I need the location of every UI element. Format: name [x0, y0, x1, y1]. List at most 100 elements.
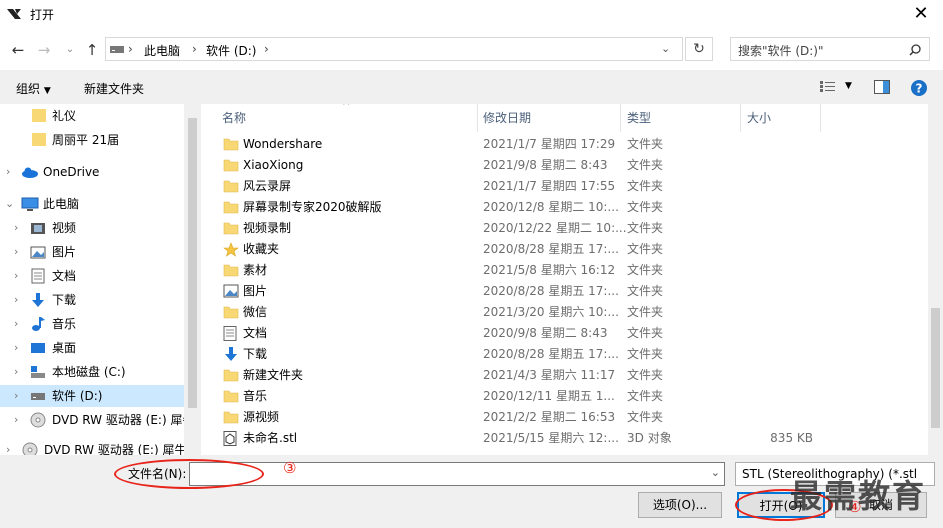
- music-icon: [32, 317, 45, 331]
- organize-menu[interactable]: 组织 ▼: [16, 80, 51, 97]
- sidebar-item-onedrive[interactable]: › OneDrive: [0, 161, 184, 183]
- sidebar-item-local-disk-c[interactable]: › 本地磁盘 (C:): [0, 361, 184, 383]
- column-header-type[interactable]: 类型: [627, 109, 651, 126]
- sidebar-item-music[interactable]: › 音乐: [0, 313, 184, 335]
- sidebar-scrollbar[interactable]: [185, 104, 200, 455]
- collapse-chevron-icon[interactable]: ⌄: [5, 193, 14, 215]
- expand-chevron-icon[interactable]: ›: [14, 337, 18, 359]
- folder-icon: [223, 305, 239, 319]
- help-icon[interactable]: ?: [910, 79, 928, 97]
- column-divider[interactable]: [477, 104, 478, 132]
- table-row[interactable]: 风云录屏 2021/1/7 星期四 17:55 文件夹: [201, 176, 928, 197]
- sort-ascending-icon: ^: [342, 104, 351, 112]
- table-row[interactable]: 下载 2020/8/28 星期五 17:... 文件夹: [201, 344, 928, 365]
- expand-chevron-icon[interactable]: ›: [14, 313, 18, 335]
- table-row[interactable]: 视频录制 2020/12/22 星期二 10:... 文件夹: [201, 218, 928, 239]
- file-type: 文件夹: [627, 326, 664, 340]
- column-header-name[interactable]: 名称: [222, 109, 246, 126]
- sidebar-item-downloads[interactable]: › 下载: [0, 289, 184, 311]
- expand-chevron-icon[interactable]: ›: [14, 385, 18, 407]
- table-row[interactable]: 音乐 2020/12/11 星期五 1... 文件夹: [201, 386, 928, 407]
- folder-icon: [223, 221, 239, 235]
- chevron-down-icon[interactable]: ⌄: [711, 466, 720, 479]
- file-name: 未命名.stl: [243, 431, 298, 445]
- column-header-size[interactable]: 大小: [747, 109, 771, 126]
- file-type: 文件夹: [627, 347, 664, 361]
- expand-chevron-icon[interactable]: ›: [14, 265, 18, 287]
- sidebar-item-pictures[interactable]: › 图片: [0, 241, 184, 263]
- back-arrow-icon[interactable]: ←: [8, 40, 28, 60]
- dvd-icon: [22, 442, 38, 455]
- address-dropdown-icon[interactable]: ⌄: [661, 42, 670, 55]
- table-row[interactable]: 文档 2020/9/8 星期二 8:43 文件夹: [201, 323, 928, 344]
- column-divider[interactable]: [740, 104, 741, 132]
- sidebar-item-desktop[interactable]: › 桌面: [0, 337, 184, 359]
- table-row[interactable]: 微信 2021/3/20 星期六 10:... 文件夹: [201, 302, 928, 323]
- close-button[interactable]: ✕: [906, 2, 936, 26]
- expand-chevron-icon[interactable]: ›: [6, 439, 10, 455]
- filename-input[interactable]: ⌄: [189, 462, 725, 486]
- column-header-date[interactable]: 修改日期: [483, 109, 531, 126]
- file-date: 2021/1/7 星期四 17:29: [483, 137, 616, 151]
- sidebar-scroll-thumb[interactable]: [188, 118, 197, 408]
- file-type: 文件夹: [627, 200, 664, 214]
- table-row[interactable]: 图片 2020/8/28 星期五 17:... 文件夹: [201, 281, 928, 302]
- table-row[interactable]: 素材 2021/5/8 星期六 16:12 文件夹: [201, 260, 928, 281]
- sidebar-item-drive-d[interactable]: › 软件 (D:): [0, 385, 184, 407]
- breadcrumb-drive-d[interactable]: 软件 (D:): [206, 42, 256, 59]
- file-date: 2021/5/8 星期六 16:12: [483, 263, 616, 277]
- refresh-icon[interactable]: ↻: [685, 37, 713, 61]
- breadcrumb-this-pc[interactable]: 此电脑: [144, 42, 180, 59]
- file-type: 文件夹: [627, 221, 664, 235]
- view-dropdown-icon[interactable]: ▼: [845, 81, 852, 91]
- table-row[interactable]: 未命名.stl 2021/5/15 星期六 12:... 3D 对象 835 KB: [201, 428, 928, 449]
- options-button[interactable]: 选项(O)...: [638, 492, 722, 518]
- column-divider[interactable]: [820, 104, 821, 132]
- document-icon: [223, 326, 239, 341]
- sidebar-item-documents[interactable]: › 文档: [0, 265, 184, 287]
- annotation-marker-3: ③: [283, 459, 297, 477]
- column-divider[interactable]: [620, 104, 621, 132]
- table-row[interactable]: XiaoXiong 2021/9/8 星期二 8:43 文件夹: [201, 155, 928, 176]
- expand-chevron-icon[interactable]: ›: [14, 409, 18, 431]
- document-icon: [31, 268, 45, 284]
- search-input[interactable]: 搜索"软件 (D:)": [730, 37, 930, 61]
- watermark: 最需教育: [790, 477, 927, 515]
- dvd-icon: [30, 412, 46, 428]
- file-list-scrollbar[interactable]: [928, 104, 943, 455]
- view-options-icon[interactable]: [820, 81, 836, 93]
- sidebar-item-dvd-e[interactable]: › DVD RW 驱动器 (E:) 犀牛: [0, 409, 184, 431]
- breadcrumb-separator-icon: ›: [128, 42, 133, 56]
- expand-chevron-icon[interactable]: ›: [14, 361, 18, 383]
- folder-icon: [32, 109, 46, 122]
- sidebar-item-dvd-e-2[interactable]: › DVD RW 驱动器 (E:) 犀牛: [0, 439, 184, 455]
- forward-arrow-icon[interactable]: →: [34, 40, 54, 60]
- file-name: 收藏夹: [243, 242, 280, 256]
- table-row[interactable]: 源视频 2021/2/2 星期二 16:53 文件夹: [201, 407, 928, 428]
- table-row[interactable]: 新建文件夹 2021/4/3 星期六 11:17 文件夹: [201, 365, 928, 386]
- expand-chevron-icon[interactable]: ›: [14, 289, 18, 311]
- table-row[interactable]: 屏幕录制专家2020破解版 2020/12/8 星期二 10:... 文件夹: [201, 197, 928, 218]
- folder-icon: [223, 200, 239, 214]
- search-icon: [909, 44, 921, 56]
- download-icon: [223, 347, 239, 361]
- address-bar[interactable]: › 此电脑 › 软件 (D:) › ⌄: [105, 37, 683, 61]
- folder-icon: [32, 133, 46, 146]
- table-row[interactable]: Wondershare 2021/1/7 星期四 17:29 文件夹: [201, 134, 928, 155]
- up-arrow-icon[interactable]: ↑: [82, 40, 102, 60]
- search-placeholder: 搜索"软件 (D:)": [738, 44, 824, 58]
- table-row[interactable]: 收藏夹 2020/8/28 星期五 17:... 文件夹: [201, 239, 928, 260]
- recent-chevron-icon[interactable]: ⌄: [60, 40, 80, 60]
- preview-pane-icon[interactable]: [874, 80, 890, 94]
- expand-chevron-icon[interactable]: ›: [14, 241, 18, 263]
- sidebar-item-liyi[interactable]: 礼仪: [0, 105, 184, 127]
- file-list-scroll-thumb[interactable]: [931, 308, 940, 428]
- expand-chevron-icon[interactable]: ›: [6, 161, 10, 183]
- sidebar-item-zhouliping[interactable]: 周丽平 21届: [0, 129, 184, 151]
- sidebar-item-videos[interactable]: › 视频: [0, 217, 184, 239]
- new-folder-button[interactable]: 新建文件夹: [84, 80, 144, 97]
- stl-file-icon: [223, 431, 239, 446]
- expand-chevron-icon[interactable]: ›: [14, 217, 18, 239]
- file-type: 文件夹: [627, 137, 664, 151]
- sidebar-item-this-pc[interactable]: ⌄ 此电脑: [0, 193, 184, 215]
